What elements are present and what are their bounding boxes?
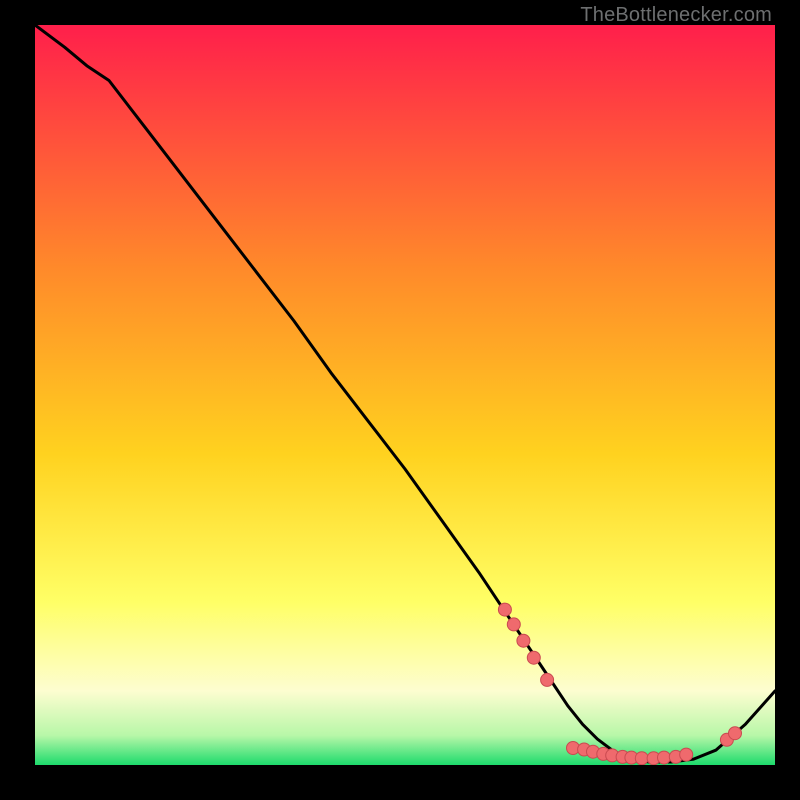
data-dot <box>729 727 742 740</box>
data-dot <box>658 751 671 764</box>
data-dot <box>527 651 540 664</box>
attribution-text: TheBottlenecker.com <box>580 4 772 27</box>
data-dot <box>517 634 530 647</box>
chart-svg <box>35 25 775 765</box>
data-dot <box>507 618 520 631</box>
data-dot <box>635 752 648 765</box>
data-dot <box>680 748 693 761</box>
data-dot <box>541 673 554 686</box>
plot-area <box>35 25 775 765</box>
gradient-background <box>35 25 775 765</box>
chart-frame: TheBottlenecker.com <box>0 0 800 800</box>
data-dot <box>498 603 511 616</box>
